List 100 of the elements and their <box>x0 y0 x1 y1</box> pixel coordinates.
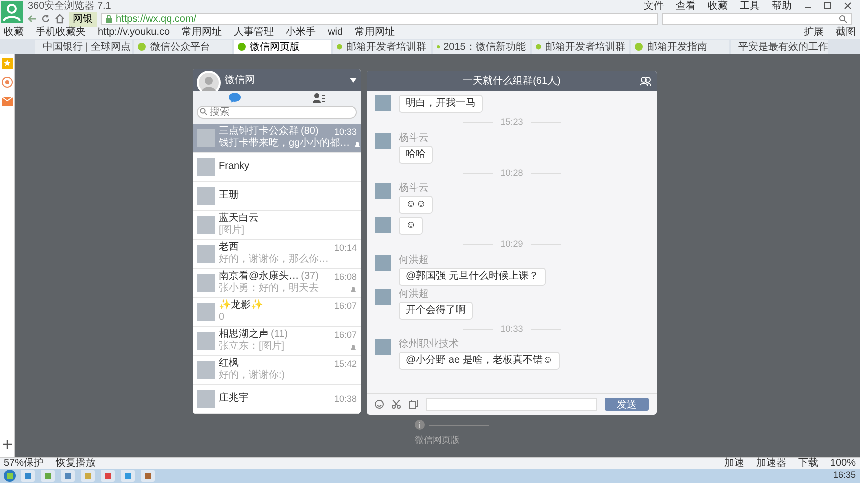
browser-tab[interactable]: 邮箱开发者培训群 <box>333 40 430 54</box>
chat-time: 16:08 <box>334 271 357 283</box>
chat-list-item[interactable]: 南京看@永康头… (37) 16:08 张小勇：好的，明天去 <box>193 269 361 298</box>
avatar-placeholder <box>197 274 215 292</box>
browser-tab[interactable]: 微信公众平台 <box>134 40 232 54</box>
avatar-placeholder <box>375 217 391 233</box>
zoom-level[interactable]: 100% <box>830 456 856 471</box>
status-item[interactable]: 加速器 <box>756 456 786 471</box>
avatar-placeholder <box>375 288 391 304</box>
tab-label: 邮箱开发者培训群 <box>545 40 626 54</box>
chat-time: 16:07 <box>334 300 357 312</box>
file-icon[interactable] <box>409 400 418 409</box>
menu-item[interactable]: 收藏 <box>708 0 728 14</box>
message-bubble: ☺☺ <box>399 196 434 214</box>
chat-bubble-icon[interactable] <box>229 93 241 103</box>
sender-name: 徐州职业技术 <box>399 339 459 351</box>
contacts-icon[interactable] <box>313 93 325 103</box>
avatar-placeholder <box>197 332 215 350</box>
back-icon[interactable] <box>27 14 37 24</box>
status-item[interactable]: 57%保护 <box>4 456 44 471</box>
avatar-placeholder <box>197 245 215 263</box>
avatar-placeholder <box>197 187 215 205</box>
maximize-icon[interactable] <box>824 2 832 10</box>
avatar-placeholder <box>197 303 215 321</box>
avatar-placeholder <box>197 216 215 234</box>
caret-icon[interactable] <box>350 78 357 82</box>
chat-list-item[interactable]: 蓝天白云 [图片] <box>193 211 361 240</box>
browser-tab[interactable]: 2015：微信新功能 <box>432 40 530 54</box>
taskbar-app-icon[interactable] <box>20 470 36 482</box>
menu-item[interactable]: 帮助 <box>772 0 792 14</box>
member-count: (11) <box>271 329 288 340</box>
message-preview: 好的，谢谢你:) <box>219 370 286 382</box>
send-button[interactable]: 发送 <box>605 398 649 411</box>
scissors-icon[interactable] <box>392 400 401 409</box>
page-icon <box>436 43 440 51</box>
taskbar-app-icon[interactable] <box>60 470 76 482</box>
footer-text: 微信网页版 <box>415 434 460 447</box>
sender-name: 杨斗云 <box>399 183 429 195</box>
message-bubble: ☺ <box>399 217 424 235</box>
search-icon <box>839 15 847 23</box>
avatar-placeholder <box>197 129 215 147</box>
toolbar-button[interactable]: 截图 <box>836 25 856 40</box>
avatar-placeholder <box>375 183 391 199</box>
bookmark[interactable]: 收藏 <box>4 25 24 40</box>
window-title: 360安全浏览器 7.1 <box>28 0 112 14</box>
chat-list-item[interactable]: 红枫 15:42 好的，谢谢你:) <box>193 356 361 385</box>
bookmark[interactable]: 手机收藏夹 <box>36 25 86 40</box>
close-icon[interactable] <box>844 2 852 10</box>
message-input[interactable] <box>426 398 597 411</box>
add-icon[interactable] <box>2 440 12 449</box>
bookmark[interactable]: wid <box>328 25 344 40</box>
home-icon[interactable] <box>55 14 65 24</box>
chat-list-item[interactable]: 相思湖之声 (11) 16:07 张立东：[图片] <box>193 327 361 356</box>
browser-tab[interactable]: 微信网页版 <box>234 40 332 54</box>
status-item[interactable]: 下载 <box>798 456 818 471</box>
user-name: 微信网 <box>225 74 255 88</box>
taskbar-app-icon[interactable] <box>40 470 56 482</box>
start-orb-icon[interactable] <box>4 470 16 482</box>
message-bubble: @郭国强 元旦什么时候上课？ <box>399 268 546 286</box>
refresh-icon[interactable] <box>41 14 51 24</box>
timestamp: 10:28 <box>500 166 524 180</box>
message-preview: 0 <box>219 312 225 324</box>
message-preview: 张小勇：好的，明天去 <box>219 283 319 295</box>
info-icon <box>415 420 425 430</box>
bank-button[interactable]: 网银 <box>69 12 97 26</box>
chat-time: 16:07 <box>334 329 357 341</box>
bookmark[interactable]: 小米手 <box>286 25 316 40</box>
avatar-placeholder <box>375 132 391 148</box>
toolbar-button[interactable]: 扩展 <box>804 25 824 40</box>
bookmark[interactable]: 常用网址 <box>182 25 222 40</box>
bookmark[interactable]: http://v.youku.co <box>98 25 170 40</box>
chat-list-item[interactable]: 老西 10:14 好的，谢谢你，那么你… <box>193 240 361 269</box>
avatar-placeholder <box>375 339 391 355</box>
taskbar-app-icon[interactable] <box>100 470 116 482</box>
chat-list-item[interactable]: ✨龙影✨ 16:07 0 <box>193 298 361 327</box>
chat-time: 10:14 <box>334 242 357 254</box>
tab-label: 邮箱开发指南 <box>647 40 708 54</box>
address-bar[interactable]: https://wx.qq.com/ <box>101 13 658 25</box>
status-item[interactable]: 加速 <box>724 456 744 471</box>
group-members-icon[interactable] <box>640 76 651 86</box>
bookmark[interactable]: 常用网址 <box>355 25 396 40</box>
search-field[interactable]: 搜索 <box>197 106 357 119</box>
menu-item[interactable]: 查看 <box>676 0 696 14</box>
search-icon <box>200 108 207 115</box>
avatar-placeholder <box>375 95 391 111</box>
taskbar-app-icon[interactable] <box>140 470 156 482</box>
taskbar-app-icon[interactable] <box>120 470 136 482</box>
browser-tab[interactable]: 邮箱开发者培训群 <box>532 40 630 54</box>
browser-tab[interactable]: 邮箱开发指南 <box>631 40 729 54</box>
bookmark[interactable]: 人事管理 <box>234 25 274 40</box>
member-count: (37) <box>301 271 319 282</box>
page-icon <box>238 43 246 51</box>
message-bubble: @小分野 ae 是啥，老板真不错☺ <box>399 352 560 370</box>
menu-item[interactable]: 工具 <box>740 0 760 14</box>
status-item[interactable]: 恢复播放 <box>56 456 96 471</box>
menu-item[interactable]: 文件 <box>644 0 664 14</box>
smiley-icon[interactable] <box>375 400 384 409</box>
chat-name: 南京看@永康头… <box>219 271 300 282</box>
chat-time: 10:38 <box>334 393 357 405</box>
chat-name: Franky <box>219 161 250 173</box>
